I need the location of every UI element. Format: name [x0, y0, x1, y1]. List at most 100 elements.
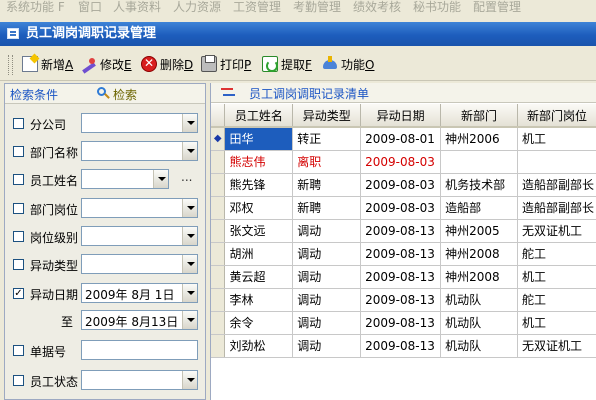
- doc-number-input[interactable]: [81, 340, 198, 360]
- new-department-cell[interactable]: 神州2008: [440, 265, 518, 289]
- change-type-cell[interactable]: 调动: [292, 219, 362, 243]
- change-date-cell[interactable]: 2009-08-13: [360, 219, 442, 243]
- new-department-cell[interactable]: 神州2005: [440, 219, 518, 243]
- table-row[interactable]: 张文远 调动 2009-08-13 神州2005 无双证机工: [211, 219, 596, 243]
- new-department-cell[interactable]: 机动队: [440, 288, 518, 312]
- new-department-cell[interactable]: 神州2006: [440, 127, 518, 151]
- table-row[interactable]: 熊先锋 新聘 2009-08-03 机务技术部 造船部副部长: [211, 173, 596, 197]
- delete-button[interactable]: ✕ 删除D: [141, 55, 195, 75]
- chevron-down-icon[interactable]: [182, 199, 197, 217]
- function-button[interactable]: 功能O: [322, 55, 376, 75]
- row-indicator-cell[interactable]: [211, 242, 226, 266]
- change-date-cell[interactable]: 2009-08-13: [360, 242, 442, 266]
- new-post-cell[interactable]: 无双证机工: [517, 219, 596, 243]
- change-date-checkbox[interactable]: ✓: [13, 288, 24, 299]
- menu-config[interactable]: 配置管理: [473, 0, 521, 14]
- new-department-cell[interactable]: [440, 150, 518, 174]
- employee-name-cell[interactable]: 余令: [224, 311, 294, 335]
- row-indicator-cell[interactable]: [211, 334, 226, 358]
- employee-name-cell[interactable]: 田华: [224, 127, 294, 151]
- print-button[interactable]: 打印P: [201, 55, 255, 75]
- change-date-cell[interactable]: 2009-08-01: [360, 127, 442, 151]
- new-post-cell[interactable]: 机工: [517, 127, 596, 151]
- new-department-cell[interactable]: 神州2008: [440, 242, 518, 266]
- new-post-cell[interactable]: 无双证机工: [517, 334, 596, 358]
- employee-status-select[interactable]: [81, 370, 198, 390]
- change-date-cell[interactable]: 2009-08-03: [360, 150, 442, 174]
- change-type-cell[interactable]: 转正: [292, 127, 362, 151]
- change-type-cell[interactable]: 离职: [292, 150, 362, 174]
- date-to-picker[interactable]: 2009年 8月13日: [81, 310, 198, 330]
- menu-window[interactable]: 窗口: [78, 0, 102, 14]
- employee-name-cell[interactable]: 李林: [224, 288, 294, 312]
- chevron-down-icon[interactable]: [182, 255, 197, 273]
- doc-number-checkbox[interactable]: [13, 345, 24, 356]
- table-row[interactable]: 胡洲 调动 2009-08-13 神州2008 舵工: [211, 242, 596, 266]
- change-type-cell[interactable]: 调动: [292, 311, 362, 335]
- change-date-cell[interactable]: 2009-08-13: [360, 311, 442, 335]
- employee-name-cell[interactable]: 邓权: [224, 196, 294, 220]
- change-type-select[interactable]: [81, 254, 198, 274]
- column-header-indicator[interactable]: [211, 104, 226, 128]
- chevron-down-icon[interactable]: [153, 170, 168, 188]
- new-post-cell[interactable]: 造船部副部长: [517, 196, 596, 220]
- change-date-cell[interactable]: 2009-08-13: [360, 288, 442, 312]
- change-type-cell[interactable]: 调动: [292, 334, 362, 358]
- chevron-down-icon[interactable]: [182, 114, 197, 132]
- column-header-date[interactable]: 异动日期: [360, 104, 442, 128]
- post-select[interactable]: [81, 198, 198, 218]
- branch-select[interactable]: [81, 113, 198, 133]
- chevron-down-icon[interactable]: [182, 227, 197, 245]
- employee-name-checkbox[interactable]: [13, 174, 24, 185]
- table-row[interactable]: ◆ 田华 转正 2009-08-01 神州2006 机工: [211, 127, 596, 151]
- employee-name-cell[interactable]: 熊先锋: [224, 173, 294, 197]
- column-header-new-department[interactable]: 新部门: [440, 104, 518, 128]
- extract-button[interactable]: 提取F: [262, 55, 316, 75]
- employee-name-cell[interactable]: 胡洲: [224, 242, 294, 266]
- post-checkbox[interactable]: [13, 203, 24, 214]
- employee-status-checkbox[interactable]: [13, 375, 24, 386]
- new-department-cell[interactable]: 机动队: [440, 311, 518, 335]
- department-select[interactable]: [81, 141, 198, 161]
- row-indicator-cell[interactable]: [211, 288, 226, 312]
- chevron-down-icon[interactable]: [182, 284, 197, 302]
- branch-checkbox[interactable]: [13, 118, 24, 129]
- menu-personnel[interactable]: 人事资料: [113, 0, 161, 14]
- date-from-picker[interactable]: 2009年 8月 1日: [81, 283, 198, 303]
- row-indicator-cell[interactable]: [211, 173, 226, 197]
- new-post-cell[interactable]: 机工: [517, 311, 596, 335]
- new-post-cell[interactable]: 舵工: [517, 288, 596, 312]
- employee-picker-button[interactable]: ...: [181, 170, 192, 184]
- employee-name-cell[interactable]: 刘劲松: [224, 334, 294, 358]
- new-post-cell[interactable]: 舵工: [517, 242, 596, 266]
- row-indicator-cell[interactable]: [211, 219, 226, 243]
- change-type-cell[interactable]: 调动: [292, 242, 362, 266]
- change-date-cell[interactable]: 2009-08-13: [360, 265, 442, 289]
- menu-performance[interactable]: 绩效考核: [353, 0, 401, 14]
- chevron-down-icon[interactable]: [182, 371, 197, 389]
- row-indicator-cell[interactable]: ◆: [211, 127, 226, 151]
- row-indicator-cell[interactable]: [211, 196, 226, 220]
- row-indicator-cell[interactable]: [211, 265, 226, 289]
- table-row[interactable]: 李林 调动 2009-08-13 机动队 舵工: [211, 288, 596, 312]
- change-type-cell[interactable]: 新聘: [292, 173, 362, 197]
- new-post-cell[interactable]: 造船部副部长: [517, 173, 596, 197]
- change-type-cell[interactable]: 调动: [292, 265, 362, 289]
- table-row[interactable]: 邓权 新聘 2009-08-03 造船部 造船部副部长: [211, 196, 596, 220]
- menu-system[interactable]: 系统功能 F: [6, 0, 65, 14]
- edit-button[interactable]: 修改E: [81, 55, 135, 75]
- column-header-new-post[interactable]: 新部门岗位: [517, 104, 596, 128]
- new-department-cell[interactable]: 机动队: [440, 334, 518, 358]
- employee-name-cell[interactable]: 熊志伟: [224, 150, 294, 174]
- new-post-cell[interactable]: [517, 150, 596, 174]
- row-indicator-cell[interactable]: [211, 150, 226, 174]
- table-row[interactable]: 刘劲松 调动 2009-08-13 机动队 无双证机工: [211, 334, 596, 358]
- grade-checkbox[interactable]: [13, 231, 24, 242]
- change-type-cell[interactable]: 新聘: [292, 196, 362, 220]
- new-department-cell[interactable]: 造船部: [440, 196, 518, 220]
- change-type-cell[interactable]: 调动: [292, 288, 362, 312]
- employee-name-select[interactable]: [81, 169, 169, 189]
- menu-payroll[interactable]: 工资管理: [233, 0, 281, 14]
- employee-name-cell[interactable]: 张文远: [224, 219, 294, 243]
- chevron-down-icon[interactable]: [182, 311, 197, 329]
